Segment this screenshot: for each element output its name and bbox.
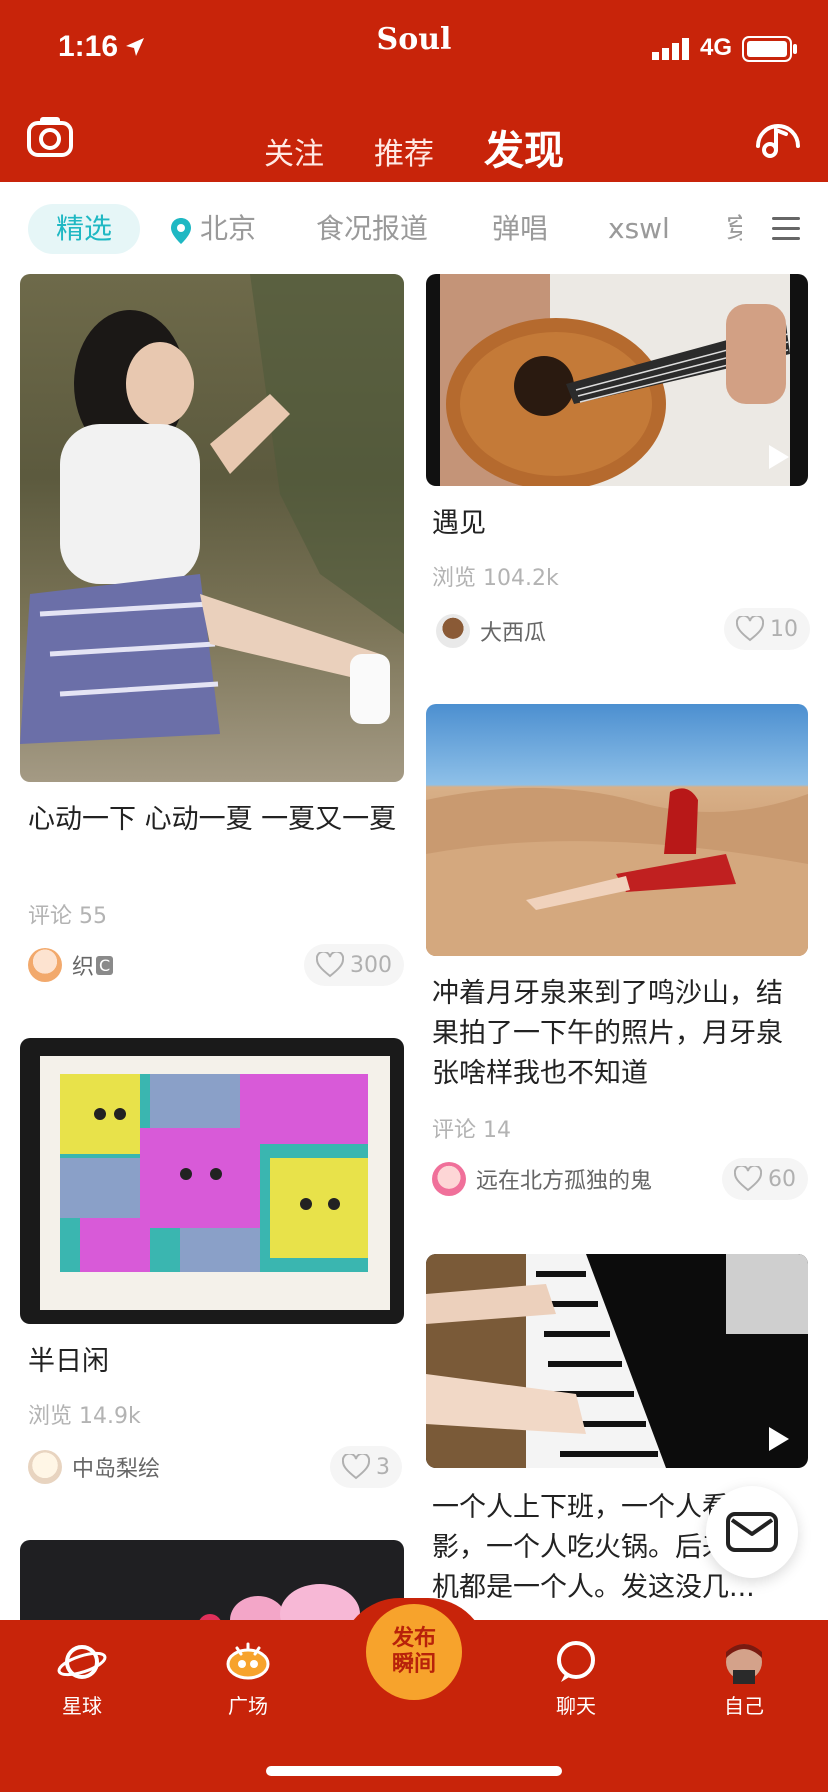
author-name: 远在北方孤独的鬼	[476, 1169, 653, 1194]
tab-recommend[interactable]: 推荐	[374, 129, 434, 173]
tab-planet[interactable]: 星球	[32, 1640, 132, 1719]
cat-painting-graphic	[40, 1056, 390, 1310]
author-name: 中岛梨绘	[72, 1457, 161, 1482]
tab-chat[interactable]: 聊天	[526, 1640, 626, 1719]
post-meta: 浏览 104.2k	[432, 566, 559, 591]
avatar-icon	[726, 1644, 762, 1684]
post-video-piano[interactable]	[426, 1254, 808, 1468]
post-image-cat-painting[interactable]	[20, 1038, 404, 1324]
post-title[interactable]: 心动一下 心动一夏 一夏又一夏	[28, 800, 400, 840]
post-author[interactable]: 织 C	[28, 948, 114, 982]
like-button[interactable]: 3	[330, 1446, 402, 1488]
tab-me[interactable]: 自己	[694, 1640, 794, 1719]
home-indicator	[266, 1766, 562, 1776]
battery-icon	[742, 36, 797, 62]
heart-icon	[342, 1454, 370, 1480]
author-badge: C	[96, 955, 114, 975]
avatar	[432, 1162, 466, 1196]
post-author[interactable]: 中岛梨绘	[28, 1450, 160, 1484]
tab-label: 星球	[62, 1694, 102, 1718]
signal-icon	[652, 38, 689, 60]
network-type: 4G	[700, 34, 733, 61]
category-xswl[interactable]: xswl	[608, 204, 670, 254]
post-title[interactable]: 冲着月牙泉来到了鸣沙山，结果拍了一下午的照片，月牙泉张啥样我也不知道	[432, 974, 804, 1094]
post-meta: 评论 14	[432, 1118, 511, 1143]
tab-discover[interactable]: 发现	[484, 118, 564, 190]
square-icon	[226, 1642, 270, 1680]
avatar	[28, 1450, 62, 1484]
envelope-icon	[726, 1512, 778, 1552]
location-pin-icon	[171, 218, 191, 244]
like-button[interactable]: 300	[304, 944, 404, 986]
like-button[interactable]: 60	[722, 1158, 808, 1200]
heart-icon	[316, 952, 344, 978]
post-title[interactable]: 遇见	[432, 504, 802, 544]
message-button[interactable]	[706, 1486, 798, 1578]
status-bar: 1:16 Soul 4G	[0, 0, 828, 96]
photo-girl-graphic	[20, 274, 404, 744]
post-image-girl-by-lake[interactable]	[20, 274, 404, 782]
like-count: 3	[376, 1454, 390, 1480]
category-food-report[interactable]: 食况报道	[316, 204, 428, 254]
category-beijing[interactable]: 北京	[200, 204, 256, 254]
tab-label: 自己	[724, 1694, 764, 1718]
menu-icon[interactable]	[772, 216, 800, 242]
post-meta: 浏览 14.9k	[28, 1404, 141, 1429]
post-meta: 评论 55	[28, 904, 107, 929]
category-featured[interactable]: 精选	[28, 204, 141, 254]
like-count: 10	[770, 616, 798, 642]
tab-follow[interactable]: 关注	[264, 129, 324, 173]
post-video-guitar[interactable]	[426, 274, 808, 486]
piano-graphic	[426, 1254, 808, 1468]
heart-icon	[734, 1166, 762, 1192]
post-image-desert[interactable]	[426, 704, 808, 956]
post-title[interactable]: 半日闲	[28, 1342, 400, 1382]
planet-icon	[57, 1645, 107, 1679]
play-icon	[769, 445, 789, 469]
post-author[interactable]: 远在北方孤独的鬼	[432, 1162, 652, 1196]
desert-graphic	[426, 787, 808, 956]
category-sing[interactable]: 弹唱	[492, 204, 548, 254]
category-more[interactable]: 穿	[726, 204, 742, 254]
guitar-graphic	[440, 274, 790, 486]
tab-label: 广场	[228, 1694, 268, 1718]
like-count: 60	[768, 1166, 796, 1192]
top-nav-tabs: 关注 推荐 发现	[0, 118, 828, 190]
tab-label: 聊天	[556, 1694, 596, 1718]
music-note-icon[interactable]	[752, 114, 804, 162]
publish-button[interactable]: 发布瞬间	[366, 1604, 462, 1700]
chat-bubble-icon	[557, 1641, 595, 1682]
category-bar: 精选 北京 食况报道 弹唱 xswl 穿	[0, 182, 828, 274]
like-button[interactable]: 10	[724, 608, 810, 650]
like-count: 300	[350, 952, 392, 978]
tab-square[interactable]: 广场	[198, 1640, 298, 1719]
play-icon	[769, 1427, 789, 1451]
author-name: 织	[72, 955, 95, 980]
app-header: 1:16 Soul 4G 关注 推荐 发现	[0, 0, 828, 190]
post-author[interactable]: 大西瓜	[436, 614, 546, 648]
avatar	[436, 614, 470, 648]
author-name: 大西瓜	[480, 621, 547, 646]
avatar	[28, 948, 62, 982]
heart-icon	[736, 616, 764, 642]
